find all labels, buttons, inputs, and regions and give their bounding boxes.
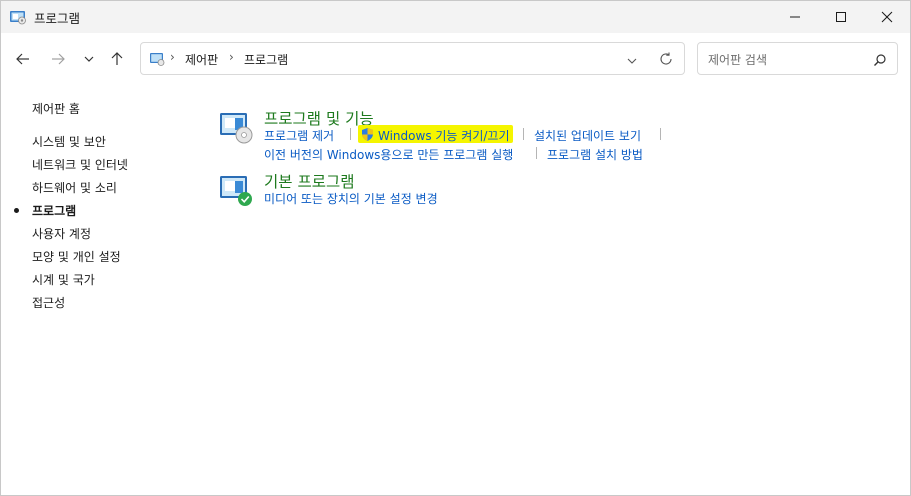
up-button[interactable] xyxy=(105,47,129,71)
minimize-icon xyxy=(790,16,800,18)
programs-features-icon[interactable] xyxy=(219,111,255,145)
sidebar-item-control-panel-home[interactable]: 제어판 홈 xyxy=(32,100,80,117)
sidebar-item-appearance[interactable]: 모양 및 개인 설정 xyxy=(32,248,121,265)
section-title-default-programs[interactable]: 기본 프로그램 xyxy=(264,170,355,192)
sidebar-item-user-accounts[interactable]: 사용자 계정 xyxy=(32,225,91,242)
close-icon xyxy=(881,11,893,23)
default-programs-icon[interactable] xyxy=(219,174,255,208)
sidebar-item-programs[interactable]: 프로그램 xyxy=(32,202,76,219)
control-panel-app-icon xyxy=(9,8,27,26)
sidebar-item-accessibility[interactable]: 접근성 xyxy=(32,294,65,311)
link-how-to-install-program[interactable]: 프로그램 설치 방법 xyxy=(547,146,643,163)
arrow-left-icon xyxy=(16,53,29,65)
search-input[interactable]: 제어판 검색 xyxy=(708,51,767,68)
breadcrumb-separator-icon[interactable]: › xyxy=(170,50,175,64)
minimize-button[interactable] xyxy=(772,1,818,33)
link-view-installed-updates[interactable]: 설치된 업데이트 보기 xyxy=(534,127,641,144)
breadcrumb-control-panel[interactable]: 제어판 xyxy=(185,51,218,68)
link-run-older-programs[interactable]: 이전 버전의 Windows용으로 만든 프로그램 실행 xyxy=(264,146,513,163)
sidebar-item-network-internet[interactable]: 네트워크 및 인터넷 xyxy=(32,156,128,173)
sidebar-item-hardware-sound[interactable]: 하드웨어 및 소리 xyxy=(32,179,117,196)
breadcrumb-programs[interactable]: 프로그램 xyxy=(244,51,288,68)
chevron-down-icon xyxy=(627,58,637,64)
control-panel-window: 프로그램 › 제어판 › 프로그램 제어판 검색 제어판 홈 시스템 및 보안 … xyxy=(0,0,911,496)
control-panel-icon xyxy=(149,51,165,67)
arrow-up-icon xyxy=(111,52,123,65)
window-title: 프로그램 xyxy=(34,11,81,26)
breadcrumb-separator-icon[interactable]: › xyxy=(229,50,234,64)
arrow-right-icon xyxy=(52,53,65,65)
recent-locations-button[interactable] xyxy=(77,47,101,71)
refresh-button[interactable] xyxy=(658,51,674,67)
link-divider xyxy=(536,147,537,159)
link-divider xyxy=(523,128,524,140)
navigation-bar: › 제어판 › 프로그램 제어판 검색 xyxy=(1,33,910,85)
search-icon[interactable] xyxy=(873,52,887,66)
link-divider xyxy=(660,128,661,140)
link-turn-windows-features[interactable]: Windows 기능 켜기/끄기 xyxy=(378,127,509,144)
sidebar: 제어판 홈 시스템 및 보안 네트워크 및 인터넷 하드웨어 및 소리 프로그램… xyxy=(1,85,201,485)
title-bar[interactable]: 프로그램 xyxy=(1,1,910,33)
forward-button[interactable] xyxy=(46,47,70,71)
active-indicator-dot xyxy=(14,208,19,213)
back-button[interactable] xyxy=(11,47,35,71)
link-divider xyxy=(350,128,351,140)
maximize-button[interactable] xyxy=(818,1,864,33)
maximize-icon xyxy=(836,12,846,22)
refresh-icon xyxy=(660,52,672,65)
address-dropdown-button[interactable] xyxy=(625,53,639,67)
sidebar-item-clock-region[interactable]: 시계 및 국가 xyxy=(32,271,95,288)
address-bar[interactable]: › 제어판 › 프로그램 xyxy=(140,42,685,75)
link-change-default-settings[interactable]: 미디어 또는 장치의 기본 설정 변경 xyxy=(264,190,438,207)
sidebar-item-system-security[interactable]: 시스템 및 보안 xyxy=(32,133,106,150)
link-uninstall-program[interactable]: 프로그램 제거 xyxy=(264,127,334,144)
search-box[interactable]: 제어판 검색 xyxy=(697,42,898,75)
chevron-down-icon xyxy=(84,56,94,62)
close-button[interactable] xyxy=(864,1,910,33)
uac-shield-icon xyxy=(360,127,375,142)
